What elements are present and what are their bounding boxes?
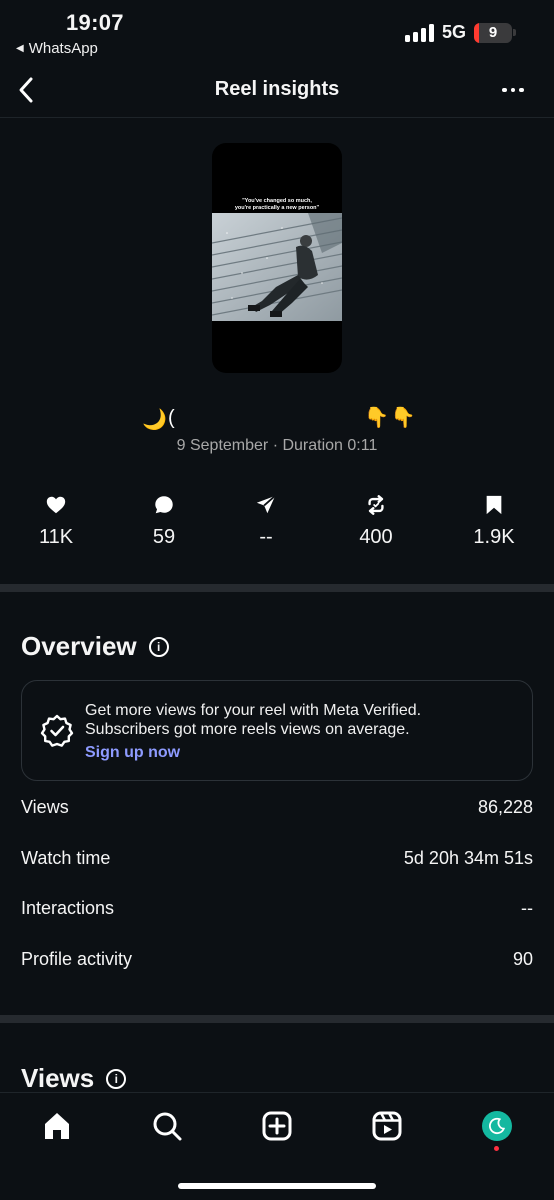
nav-create[interactable] xyxy=(260,1109,294,1143)
repost-icon xyxy=(368,495,384,515)
info-icon[interactable]: i xyxy=(148,636,169,657)
nav-home[interactable] xyxy=(40,1109,74,1143)
home-indicator xyxy=(178,1183,376,1189)
create-icon xyxy=(262,1111,292,1141)
notification-dot xyxy=(494,1146,499,1151)
reel-insights-screen: 19:07 ◀ WhatsApp 5G 9 Reel insights "You… xyxy=(0,0,554,1200)
battery-icon: 9 xyxy=(474,22,512,43)
home-icon xyxy=(45,1113,69,1139)
heart-icon xyxy=(46,496,66,514)
engagement-stats: 11K 59 -- 400 1.9K xyxy=(0,494,554,554)
meta-verified-promo: Get more views for your reel with Meta V… xyxy=(21,680,533,781)
caption-emoji-start: 🌙 xyxy=(142,409,167,431)
profile-avatar xyxy=(482,1111,512,1141)
signal-icon xyxy=(404,23,434,42)
back-to-app-link[interactable]: ◀ WhatsApp xyxy=(16,40,98,57)
stat-reposts: 400 xyxy=(336,494,416,549)
caption-text-start: ( xyxy=(168,407,175,429)
metric-row-profile-activity: Profile activity 90 xyxy=(21,948,533,969)
reels-icon xyxy=(372,1111,402,1141)
header: Reel insights xyxy=(0,64,554,118)
send-icon xyxy=(256,495,276,514)
stat-likes: 11K xyxy=(16,494,96,549)
stat-comments: 59 xyxy=(124,494,204,549)
back-triangle-icon: ◀ xyxy=(16,43,24,54)
more-horizontal-icon xyxy=(502,87,507,93)
bookmark-icon xyxy=(486,495,502,515)
stat-saves: 1.9K xyxy=(454,494,534,549)
section-divider xyxy=(0,1015,554,1023)
status-time: 19:07 xyxy=(66,10,124,35)
search-icon xyxy=(153,1112,182,1141)
info-icon[interactable]: i xyxy=(106,1068,127,1089)
more-options-button[interactable] xyxy=(498,78,528,102)
battery-level: 9 xyxy=(488,24,498,41)
section-divider xyxy=(0,584,554,592)
overview-heading: Overview i xyxy=(21,631,169,662)
thumbnail-image xyxy=(212,213,342,321)
thumbnail-caption: "You've changed so much, you're practica… xyxy=(234,198,320,211)
metric-row-views: Views 86,228 xyxy=(21,796,533,817)
reel-thumbnail[interactable]: "You've changed so much, you're practica… xyxy=(212,143,342,373)
status-indicators: 5G 9 xyxy=(404,22,512,43)
nav-reels[interactable] xyxy=(370,1109,404,1143)
back-app-label: WhatsApp xyxy=(28,40,98,57)
nav-search[interactable] xyxy=(150,1109,184,1143)
metric-row-interactions: Interactions -- xyxy=(21,897,533,918)
moon-icon xyxy=(489,1117,506,1135)
sign-up-link[interactable]: Sign up now xyxy=(85,744,180,762)
network-label: 5G xyxy=(441,22,466,42)
comment-icon xyxy=(155,496,173,514)
caption-emoji-end: 👇👇 xyxy=(364,407,418,429)
nav-profile[interactable] xyxy=(480,1109,514,1143)
reel-meta: 9 September · Duration 0:11 xyxy=(176,437,378,454)
views-heading: Views i xyxy=(21,1063,127,1094)
promo-text: Get more views for your reel with Meta V… xyxy=(85,702,422,738)
verified-badge-icon xyxy=(40,714,74,747)
metric-row-watch-time: Watch time 5d 20h 34m 51s xyxy=(21,847,533,868)
page-title: Reel insights xyxy=(214,78,340,100)
battery-cap xyxy=(513,29,516,36)
stat-shares: -- xyxy=(226,494,306,549)
